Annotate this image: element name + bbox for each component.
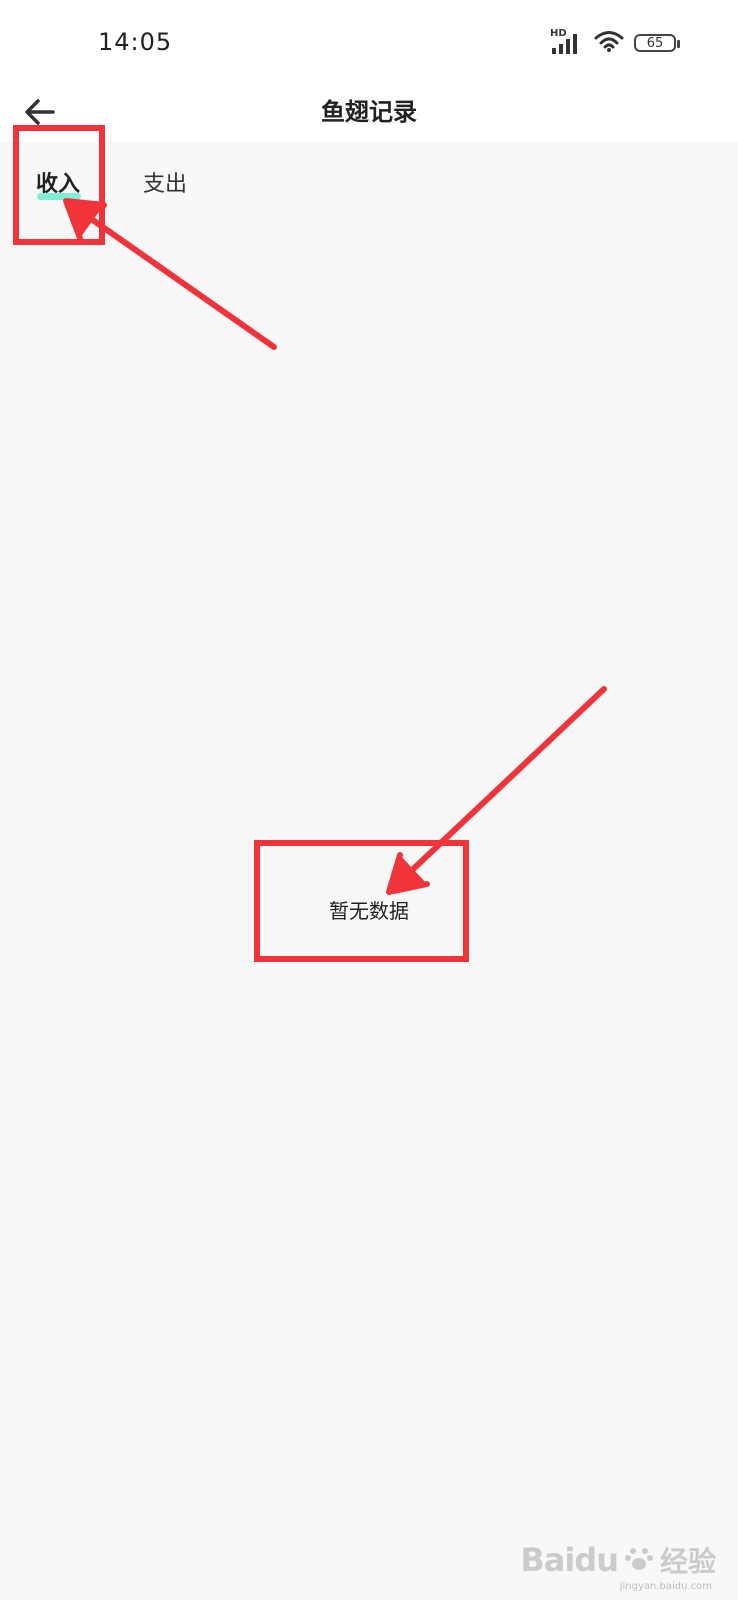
status-icons: HD 65 (550, 28, 680, 58)
back-arrow-icon (25, 99, 55, 125)
watermark-brand-cn: 经验 (659, 1545, 716, 1578)
tab-bar: 收入 支出 (0, 142, 738, 232)
status-bar: 14:05 HD 65 (0, 0, 738, 82)
watermark: Baidu 经验 (520, 1540, 716, 1580)
watermark-brand: Baidu (520, 1541, 619, 1579)
annotation-box-tab (13, 125, 105, 245)
annotation-box-empty (254, 840, 469, 962)
annotation-arrows (63, 198, 607, 895)
nav-bar: 鱼翅记录 (0, 82, 738, 142)
wifi-icon (594, 29, 624, 57)
battery-icon: 65 (634, 34, 680, 52)
paw-icon (624, 1543, 654, 1577)
page-title: 鱼翅记录 (321, 98, 417, 126)
watermark-url: jingyan.baidu.com (619, 1581, 712, 1592)
tab-expense[interactable]: 支出 (143, 166, 187, 198)
battery-level: 65 (646, 35, 664, 51)
status-time: 14:05 (98, 28, 173, 56)
signal-icon: HD (550, 28, 584, 56)
